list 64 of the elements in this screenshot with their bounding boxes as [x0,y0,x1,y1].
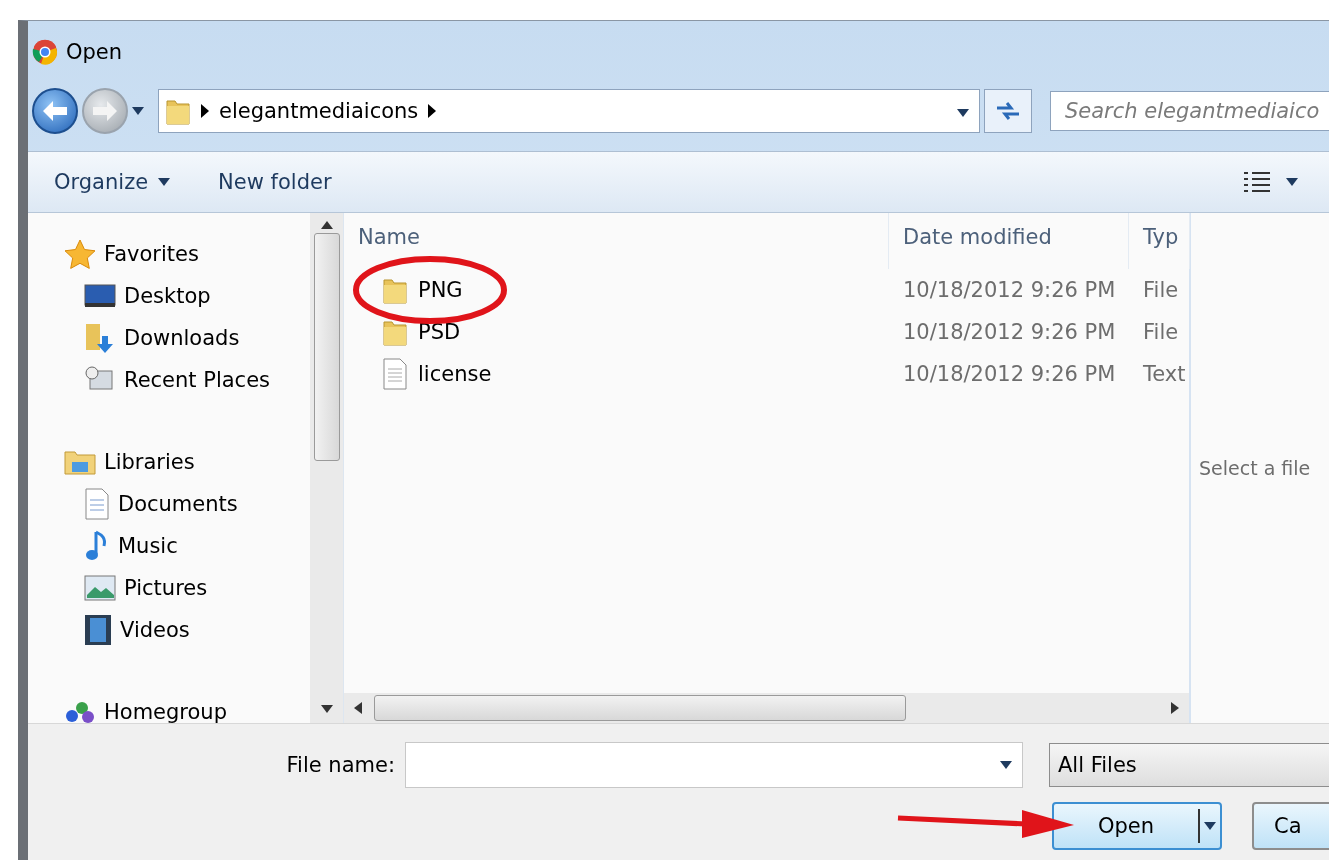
breadcrumb-item[interactable]: elegantmediaicons [219,99,419,123]
nav-item[interactable]: Downloads [64,317,310,359]
nav-item[interactable]: Videos [64,609,310,651]
nav-item[interactable]: Music [64,525,310,567]
caret-icon [158,178,171,186]
nav-item[interactable]: Desktop [64,275,310,317]
library-icon [64,448,96,476]
back-button[interactable] [32,88,78,134]
nav-item[interactable]: Documents [64,483,310,525]
folder-icon [382,276,408,304]
forward-arrow-icon [93,101,117,121]
file-row[interactable]: PNG 10/18/2012 9:26 PM File [344,269,1189,311]
history-dropdown-icon [132,107,144,115]
column-header[interactable]: Typ [1129,213,1190,269]
nav-group-item[interactable]: Homegroup [64,691,310,723]
scroll-thumb[interactable] [374,695,906,721]
file-row[interactable]: license 10/18/2012 9:26 PM Text [344,353,1189,395]
nav-item[interactable]: Pictures [64,567,310,609]
homegroup-icon [64,700,96,723]
file-name-field[interactable] [405,742,1023,788]
open-button[interactable]: Open [1052,802,1222,850]
document-icon [84,488,110,520]
search-field[interactable]: Search elegantmediaico [1050,91,1329,131]
chevron-icon [428,104,437,118]
picture-icon [84,575,116,601]
dropdown-icon [957,108,969,117]
caret-icon [1286,178,1298,186]
toolbar-button[interactable]: New folder [218,170,332,194]
window-title: Open [66,40,123,64]
caret-icon [1204,822,1216,830]
downloads-icon [84,322,116,354]
menu-button[interactable]: Organize [54,170,171,194]
view-options-button[interactable] [1242,170,1298,194]
list-view-icon [1242,170,1272,194]
nav-item[interactable]: Recent Places [64,359,310,401]
scroll-up-icon[interactable] [320,221,333,229]
dropdown-icon [1000,761,1012,769]
column-header[interactable]: Name [344,213,889,269]
scroll-down-icon[interactable] [320,705,333,713]
browser-logo-icon [32,39,58,65]
file-type-dropdown[interactable]: All Files [1049,743,1329,787]
nav-group-item[interactable]: Libraries [64,441,310,483]
address-bar[interactable]: elegantmediaicons [158,89,980,133]
preview-message: Select a file [1199,457,1311,479]
scroll-thumb[interactable] [313,233,340,461]
field-label: File name: [285,753,395,777]
vertical-scrollbar[interactable] [310,213,343,723]
star-icon [64,239,96,269]
refresh-button[interactable] [984,89,1032,133]
folder-icon [382,318,408,346]
nav-group-item[interactable]: Favorites [64,233,310,275]
chevron-icon [201,104,209,118]
dialog-button[interactable]: Ca [1252,802,1329,850]
film-icon [84,614,112,646]
refresh-icon [995,100,1021,122]
desktop-icon [84,283,116,309]
folder-icon [165,97,191,125]
column-header[interactable]: Date modified [889,213,1129,269]
scroll-right-icon[interactable] [1171,702,1179,714]
back-arrow-icon [43,101,67,121]
text-file-icon [382,358,408,390]
horizontal-scrollbar[interactable] [344,693,1189,723]
scroll-left-icon[interactable] [354,702,362,714]
file-row[interactable]: PSD 10/18/2012 9:26 PM File [344,311,1189,353]
